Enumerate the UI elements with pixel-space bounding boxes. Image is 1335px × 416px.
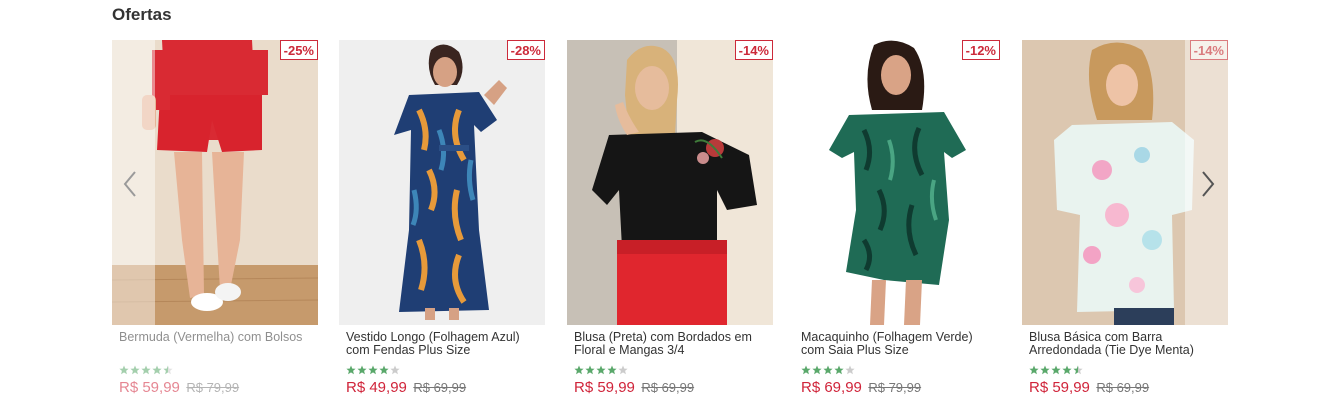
rating-stars bbox=[119, 365, 173, 375]
discount-badge: -25% bbox=[279, 40, 318, 60]
product-photo bbox=[567, 40, 773, 325]
current-price: R$ 59,99 bbox=[1029, 379, 1090, 396]
price-row: R$ 49,99 R$ 69,99 bbox=[346, 379, 466, 397]
price-row: R$ 59,99 R$ 69,99 bbox=[1029, 379, 1149, 397]
old-price: R$ 79,99 bbox=[868, 380, 922, 395]
star-icon bbox=[812, 365, 822, 375]
star-icon bbox=[845, 365, 855, 375]
product-image[interactable]: -25% bbox=[112, 40, 318, 325]
discount-badge: -28% bbox=[506, 40, 545, 60]
old-price: R$ 69,99 bbox=[1096, 380, 1150, 395]
star-icon bbox=[1029, 365, 1039, 375]
star-icon bbox=[119, 365, 129, 375]
star-icon bbox=[357, 365, 367, 375]
product-photo bbox=[794, 40, 1000, 325]
star-icon bbox=[1051, 365, 1061, 375]
product-image[interactable]: -14% bbox=[567, 40, 773, 325]
star-icon bbox=[585, 365, 595, 375]
star-icon bbox=[1062, 365, 1072, 375]
discount-badge: -12% bbox=[961, 40, 1000, 60]
product-name[interactable]: Blusa Básica com Barra Arredondada (Tie … bbox=[1029, 331, 1225, 359]
product-image[interactable]: -28% bbox=[339, 40, 545, 325]
discount-badge: -14% bbox=[734, 40, 773, 60]
product-card[interactable]: -12% Macaquinho (Folhagem Verde) com Sai… bbox=[794, 40, 1000, 410]
current-price: R$ 59,99 bbox=[574, 379, 635, 396]
star-icon bbox=[130, 365, 140, 375]
star-icon bbox=[152, 365, 162, 375]
current-price: R$ 49,99 bbox=[346, 379, 407, 396]
star-icon bbox=[596, 365, 606, 375]
old-price: R$ 69,99 bbox=[413, 380, 467, 395]
star-icon bbox=[379, 365, 389, 375]
rating-stars bbox=[1029, 365, 1083, 375]
product-name[interactable]: Bermuda (Vermelha) com Bolsos bbox=[119, 331, 315, 359]
product-card[interactable]: -28% Vestido Longo (Folhagem Azul) com F… bbox=[339, 40, 545, 410]
offers-carousel: -25% Bermuda (Vermelha) com Bolsos R$ 59… bbox=[112, 40, 1228, 410]
rating-stars bbox=[346, 365, 400, 375]
star-icon bbox=[801, 365, 811, 375]
product-name[interactable]: Blusa (Preta) com Bordados em Floral e M… bbox=[574, 331, 770, 359]
old-price: R$ 69,99 bbox=[641, 380, 695, 395]
product-image[interactable]: -12% bbox=[794, 40, 1000, 325]
star-icon bbox=[1073, 365, 1083, 375]
star-icon bbox=[607, 365, 617, 375]
carousel-prev-button[interactable] bbox=[118, 168, 142, 200]
star-icon bbox=[574, 365, 584, 375]
star-icon bbox=[163, 365, 173, 375]
star-icon bbox=[618, 365, 628, 375]
rating-stars bbox=[574, 365, 628, 375]
star-icon bbox=[141, 365, 151, 375]
rating-stars bbox=[801, 365, 855, 375]
chevron-right-icon bbox=[1202, 171, 1215, 197]
discount-badge: -14% bbox=[1189, 40, 1228, 60]
section-title: Ofertas bbox=[112, 5, 172, 24]
star-icon bbox=[1040, 365, 1050, 375]
star-icon bbox=[346, 365, 356, 375]
product-name[interactable]: Vestido Longo (Folhagem Azul) com Fendas… bbox=[346, 331, 542, 359]
product-name[interactable]: Macaquinho (Folhagem Verde) com Saia Plu… bbox=[801, 331, 997, 359]
price-row: R$ 69,99 R$ 79,99 bbox=[801, 379, 921, 397]
star-icon bbox=[390, 365, 400, 375]
current-price: R$ 59,99 bbox=[119, 379, 180, 396]
carousel-next-button[interactable] bbox=[1196, 168, 1220, 200]
star-icon bbox=[823, 365, 833, 375]
chevron-left-icon bbox=[123, 171, 136, 197]
product-card[interactable]: -14% Blusa (Preta) com Bordados em Flora… bbox=[567, 40, 773, 410]
product-card[interactable]: -14% Blusa Básica com Barra Arredondada … bbox=[1022, 40, 1228, 410]
product-photo bbox=[112, 40, 318, 325]
current-price: R$ 69,99 bbox=[801, 379, 862, 396]
star-icon bbox=[368, 365, 378, 375]
price-row: R$ 59,99 R$ 69,99 bbox=[574, 379, 694, 397]
price-row: R$ 59,99 R$ 79,99 bbox=[119, 379, 239, 397]
product-card[interactable]: -25% Bermuda (Vermelha) com Bolsos R$ 59… bbox=[112, 40, 318, 410]
product-photo bbox=[339, 40, 545, 325]
old-price: R$ 79,99 bbox=[186, 380, 240, 395]
star-icon bbox=[834, 365, 844, 375]
